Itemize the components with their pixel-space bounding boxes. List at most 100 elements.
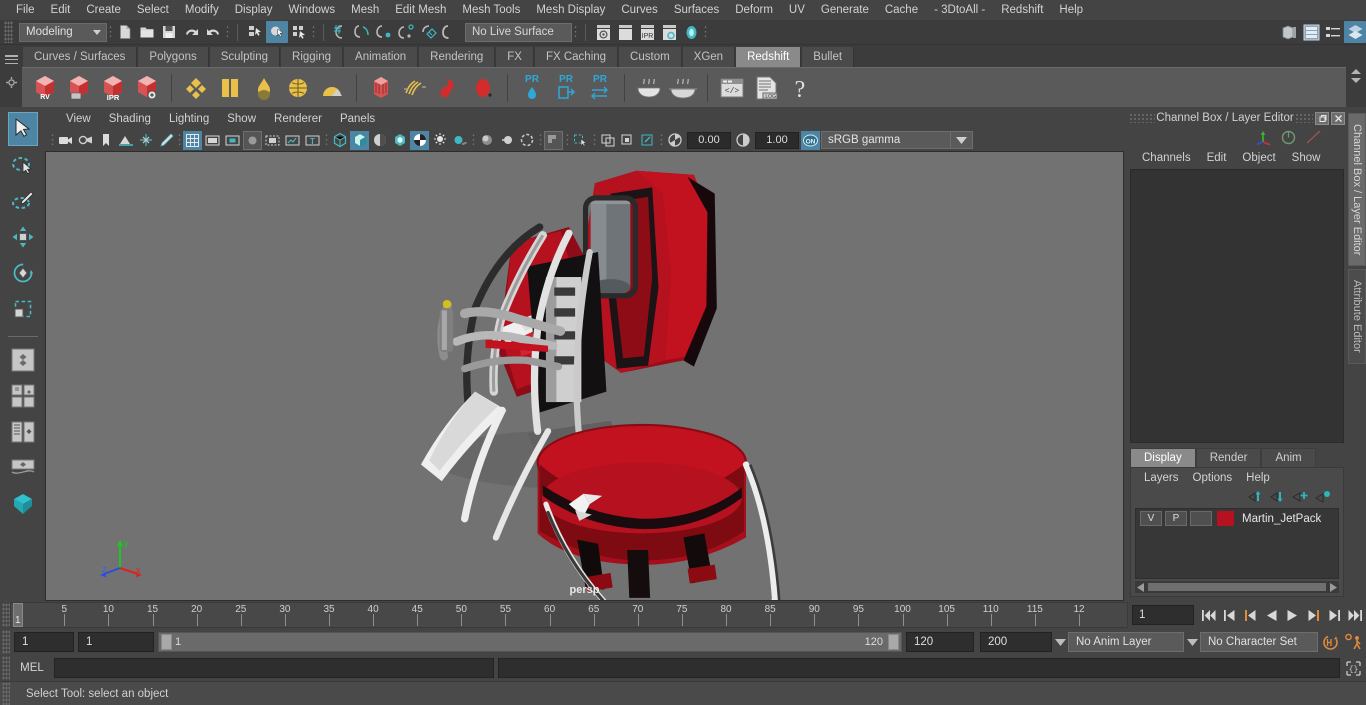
redshift-pr-export-button[interactable]: PR bbox=[549, 71, 583, 105]
menu-create[interactable]: Create bbox=[78, 0, 129, 20]
redshift-incandescent-button[interactable] bbox=[247, 71, 281, 105]
redshift-material-button[interactable] bbox=[179, 71, 213, 105]
command-language-label[interactable]: MEL bbox=[10, 662, 54, 674]
status-line-grip[interactable] bbox=[4, 21, 13, 43]
layer-list[interactable]: V P Martin_JetPack bbox=[1135, 508, 1339, 579]
character-set-selector[interactable]: No Character Set bbox=[1200, 632, 1318, 652]
four-view-layout[interactable] bbox=[8, 379, 38, 413]
shelf-tab-xgen[interactable]: XGen bbox=[681, 47, 736, 67]
redshift-render-settings-button[interactable] bbox=[130, 71, 164, 105]
select-by-hierarchy-icon[interactable] bbox=[244, 21, 266, 43]
live-surface-field[interactable]: No Live Surface bbox=[465, 22, 572, 42]
layer-row[interactable]: V P Martin_JetPack bbox=[1136, 509, 1338, 528]
move-layer-down-icon[interactable] bbox=[1270, 490, 1285, 503]
smooth-shade-all-icon[interactable] bbox=[350, 130, 369, 150]
shelf-tab-rigging[interactable]: Rigging bbox=[280, 47, 344, 67]
play-backwards-icon[interactable] bbox=[1262, 604, 1281, 626]
command-output-field[interactable] bbox=[498, 658, 1340, 678]
shelf-tab-animation[interactable]: Animation bbox=[343, 47, 419, 67]
step-back-keyframe-icon[interactable] bbox=[1220, 604, 1239, 626]
camera-attributes-icon[interactable] bbox=[76, 131, 95, 150]
layer-playback-toggle[interactable]: P bbox=[1165, 511, 1187, 526]
menu-file[interactable]: File bbox=[8, 0, 43, 20]
motion-blur-icon[interactable] bbox=[497, 131, 516, 150]
redshift-sub-surface-button[interactable] bbox=[315, 71, 349, 105]
show-hide-channel-box-icon[interactable] bbox=[1344, 21, 1366, 43]
channel-box-menu-channels[interactable]: Channels bbox=[1134, 152, 1199, 164]
redshift-bake-single-button[interactable] bbox=[632, 71, 666, 105]
xray-joints-icon[interactable] bbox=[618, 131, 637, 150]
character-set-dropdown-arrow-icon[interactable] bbox=[1184, 632, 1200, 652]
redshift-help-button[interactable]: ? bbox=[783, 71, 817, 105]
shelf-tab-bullet[interactable]: Bullet bbox=[801, 47, 855, 67]
persp-graph-editor-layout[interactable] bbox=[8, 451, 38, 485]
resolution-gate-icon[interactable] bbox=[223, 131, 242, 150]
go-to-start-icon[interactable] bbox=[1199, 604, 1218, 626]
range-slider-bar[interactable]: 1 120 bbox=[158, 632, 902, 652]
shelf-tab-sculpting[interactable]: Sculpting bbox=[208, 47, 281, 67]
redshift-object-properties-button[interactable] bbox=[466, 71, 500, 105]
render-sequence-icon[interactable] bbox=[614, 21, 636, 43]
viewport-menu-renderer[interactable]: Renderer bbox=[265, 113, 331, 125]
color-management-selector[interactable]: sRGB gamma bbox=[821, 131, 951, 149]
menu-generate[interactable]: Generate bbox=[813, 0, 877, 20]
menu-set-selector[interactable]: Modeling bbox=[19, 22, 107, 42]
image-plane-icon[interactable] bbox=[116, 131, 135, 150]
panel-grip[interactable] bbox=[1295, 113, 1313, 123]
render-current-frame-icon[interactable] bbox=[592, 21, 614, 43]
go-to-end-icon[interactable] bbox=[1346, 604, 1365, 626]
menu-display[interactable]: Display bbox=[227, 0, 281, 20]
animation-end-time-field[interactable]: 200 bbox=[980, 632, 1052, 652]
redshift-volume-button[interactable] bbox=[432, 71, 466, 105]
auto-keyframe-toggle-icon[interactable] bbox=[1318, 631, 1342, 653]
redshift-ipr-render-button[interactable]: IPR bbox=[96, 71, 130, 105]
new-layer-from-selected-icon[interactable] bbox=[1315, 490, 1331, 503]
command-input-field[interactable] bbox=[54, 658, 494, 678]
menu-edit[interactable]: Edit bbox=[43, 0, 79, 20]
save-scene-icon[interactable] bbox=[158, 21, 180, 43]
step-forward-keyframe-icon[interactable] bbox=[1325, 604, 1344, 626]
layer-menu-help[interactable]: Help bbox=[1239, 472, 1277, 484]
redshift-proxy-button[interactable] bbox=[364, 71, 398, 105]
scroll-right-icon[interactable] bbox=[1327, 581, 1339, 593]
screen-space-ao-icon[interactable] bbox=[477, 131, 496, 150]
range-end-handle[interactable] bbox=[888, 634, 899, 650]
select-camera-icon[interactable] bbox=[56, 131, 75, 150]
gamma-icon[interactable] bbox=[733, 131, 752, 150]
playback-start-time-field[interactable]: 1 bbox=[78, 632, 154, 652]
viewport-menu-shading[interactable]: Shading bbox=[100, 113, 160, 125]
redshift-log-button[interactable]: .LOG bbox=[749, 71, 783, 105]
shelf-scroll-down-icon[interactable] bbox=[1351, 78, 1361, 83]
film-gate-icon[interactable] bbox=[203, 131, 222, 150]
redshift-script-editor-button[interactable]: </> bbox=[715, 71, 749, 105]
bookmark-icon[interactable] bbox=[96, 131, 115, 150]
shelf-tab-custom[interactable]: Custom bbox=[618, 47, 682, 67]
viewport-menu-view[interactable]: View bbox=[57, 113, 100, 125]
layer-tab-render[interactable]: Render bbox=[1195, 448, 1262, 467]
step-back-frame-icon[interactable] bbox=[1241, 604, 1260, 626]
open-scene-icon[interactable] bbox=[136, 21, 158, 43]
shelf-scroll-controls[interactable] bbox=[1346, 45, 1366, 107]
paint-select-tool[interactable] bbox=[8, 184, 38, 218]
anim-layer-dropdown-arrow-icon[interactable] bbox=[1052, 632, 1068, 652]
color-management-toggle-icon[interactable]: ON bbox=[801, 130, 820, 150]
channel-box-menu-object[interactable]: Object bbox=[1234, 152, 1283, 164]
snap-to-grid-icon[interactable] bbox=[330, 21, 352, 43]
gate-mask-icon[interactable] bbox=[243, 130, 262, 150]
shelf-options-icon[interactable] bbox=[5, 76, 18, 89]
select-by-object-type-icon[interactable] bbox=[266, 21, 288, 43]
menu-mesh-tools[interactable]: Mesh Tools bbox=[454, 0, 528, 20]
channel-box-channel-list[interactable] bbox=[1130, 169, 1344, 443]
redshift-pr-light-button[interactable]: PR bbox=[515, 71, 549, 105]
rotate-tool[interactable] bbox=[8, 256, 38, 290]
current-frame-field[interactable]: 1 bbox=[1132, 605, 1194, 625]
panel-grip[interactable] bbox=[1129, 113, 1155, 123]
menu-3dtoall[interactable]: - 3DtoAll - bbox=[926, 0, 993, 20]
animation-start-time-field[interactable]: 1 bbox=[14, 632, 74, 652]
scrollbar-thumb[interactable] bbox=[1148, 583, 1326, 591]
shelf-tab-fx-caching[interactable]: FX Caching bbox=[533, 47, 619, 67]
shelf-tab-rendering[interactable]: Rendering bbox=[418, 47, 496, 67]
layer-tab-anim[interactable]: Anim bbox=[1261, 448, 1316, 467]
redshift-hair-button[interactable] bbox=[398, 71, 432, 105]
scale-tool[interactable] bbox=[8, 292, 38, 326]
